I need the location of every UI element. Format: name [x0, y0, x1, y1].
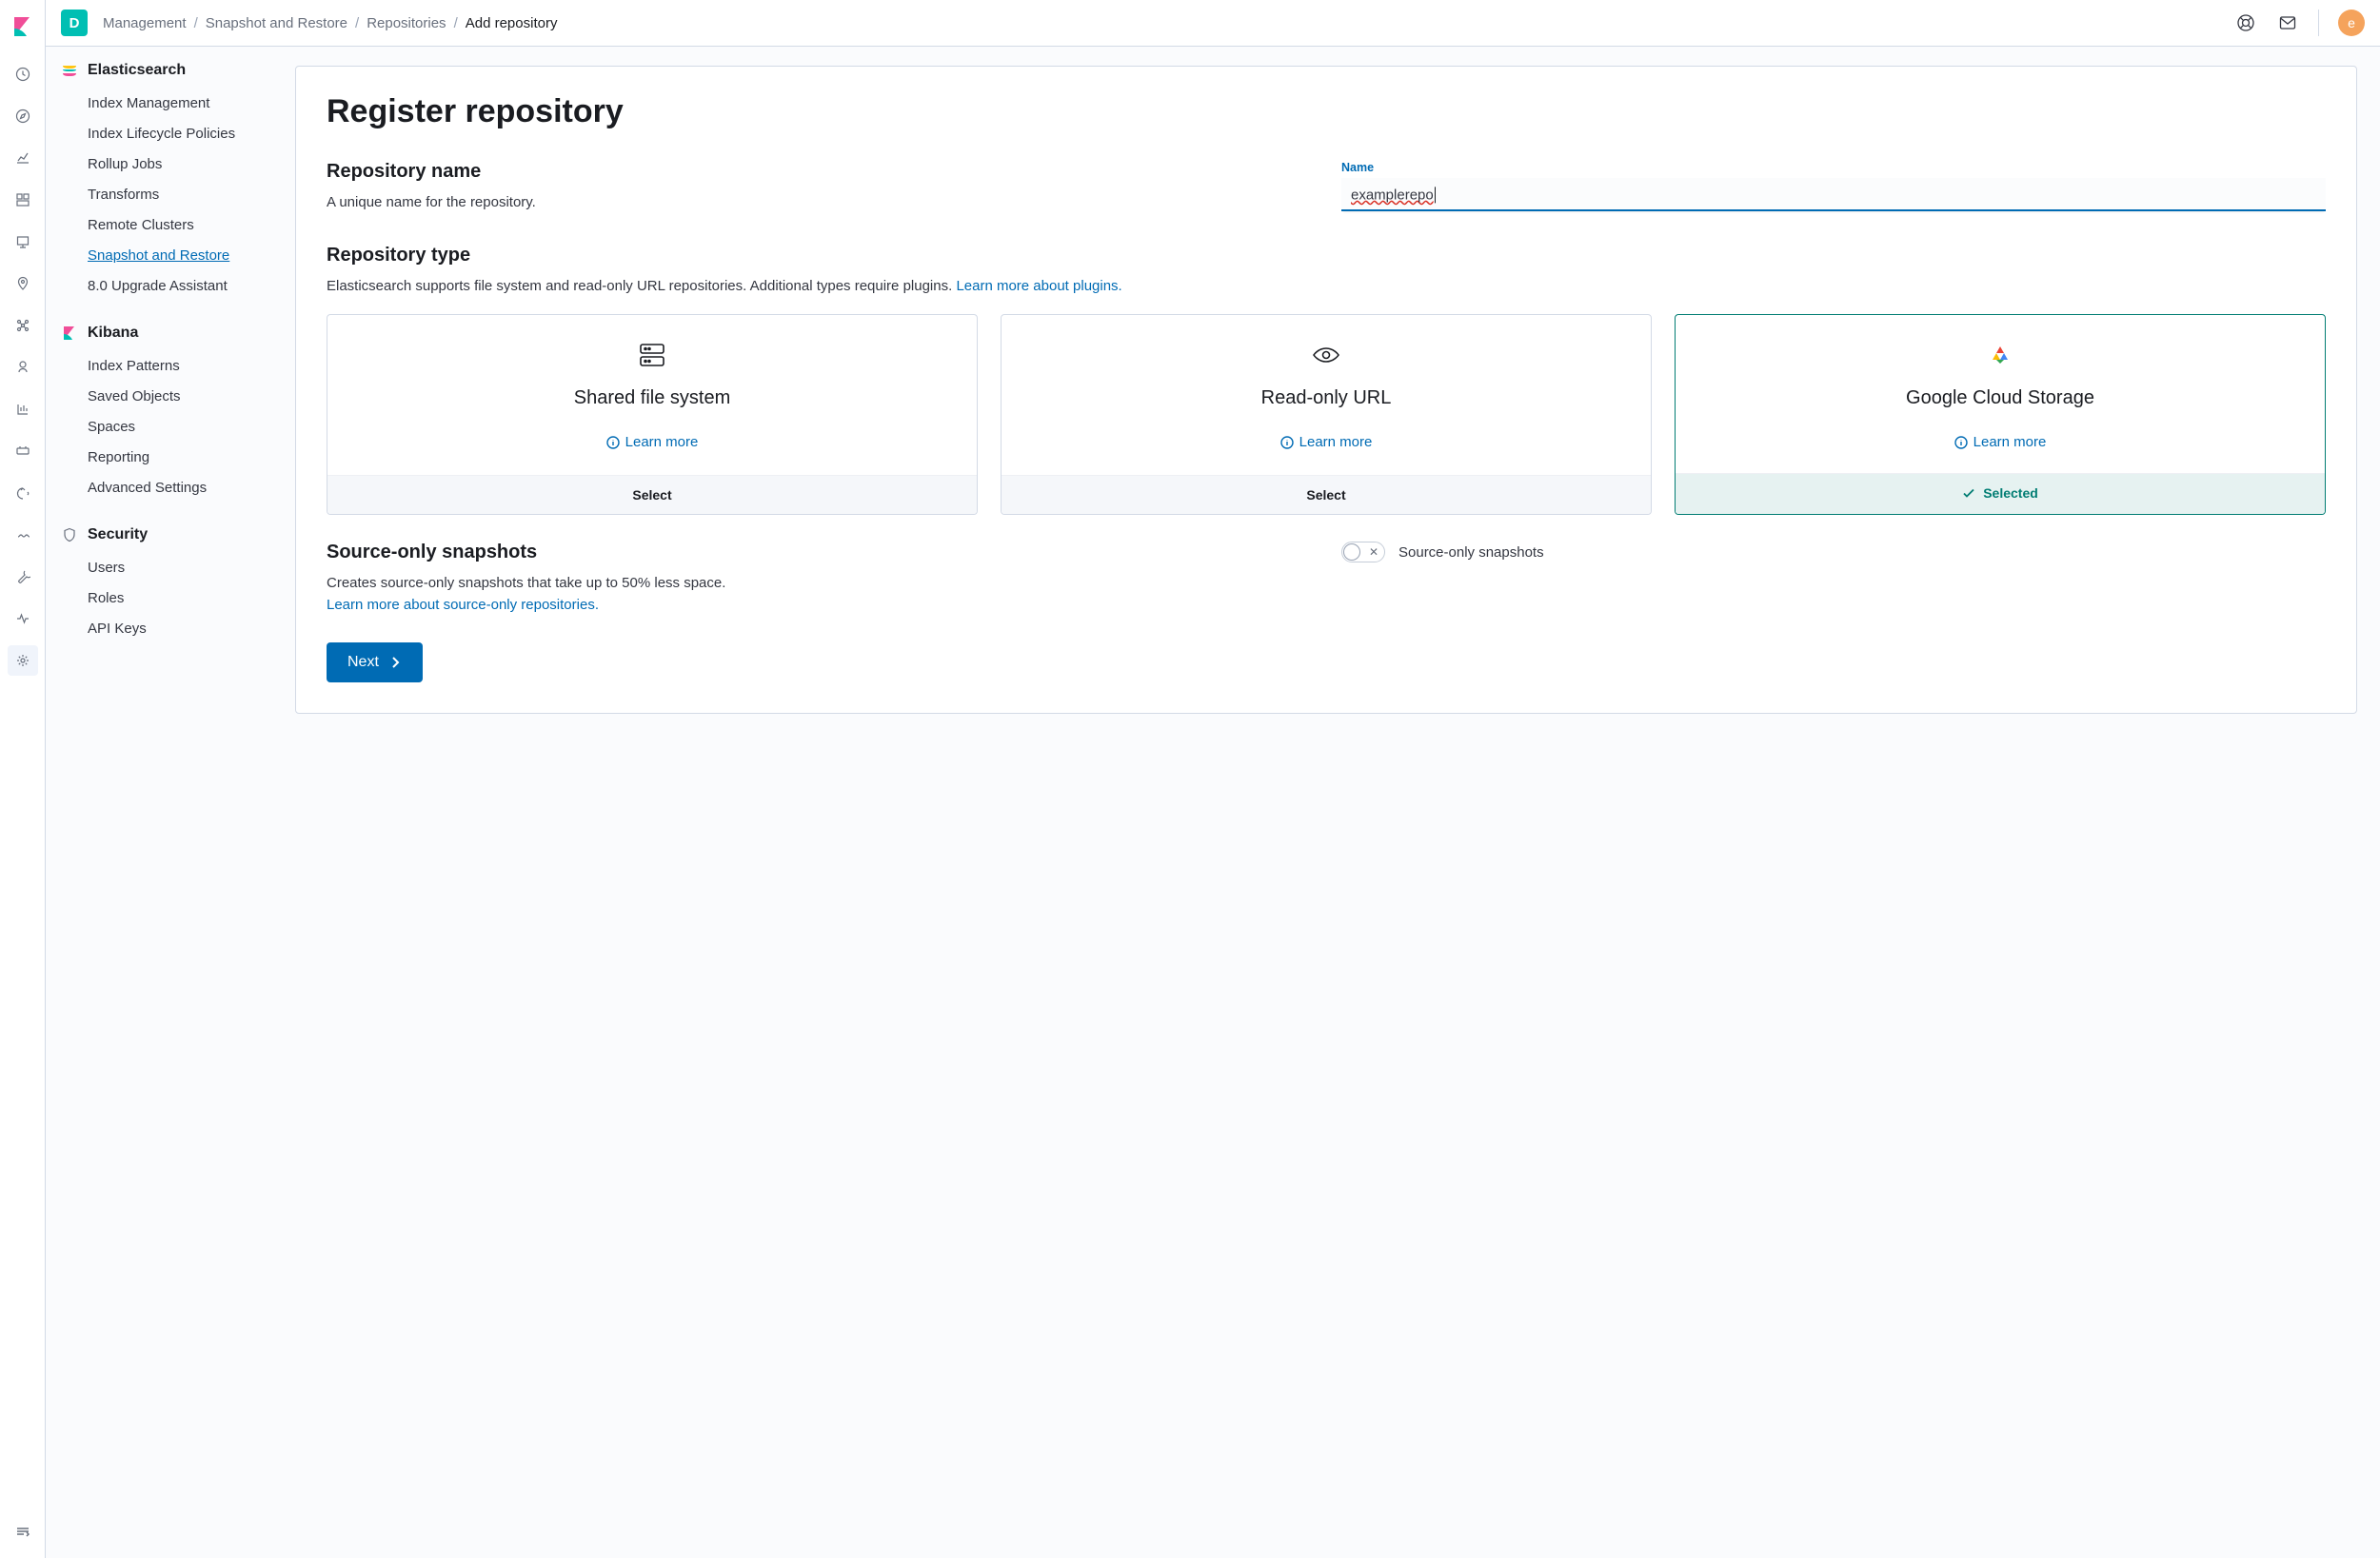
- gcs-icon: [1691, 338, 2310, 372]
- sidebar-item-roles[interactable]: Roles: [61, 583, 276, 614]
- newsfeed-icon[interactable]: [2276, 11, 2299, 34]
- register-repository-panel: Register repository Repository name A un…: [295, 66, 2357, 714]
- repo-name-desc: A unique name for the repository.: [327, 192, 1311, 214]
- sidebar-item-snapshot-restore[interactable]: Snapshot and Restore: [61, 241, 276, 271]
- card-title: Read-only URL: [1017, 385, 1636, 411]
- sidebar-item-rollup-jobs[interactable]: Rollup Jobs: [61, 149, 276, 180]
- card-select-button[interactable]: Select: [327, 475, 977, 514]
- apm-icon[interactable]: [8, 436, 38, 466]
- space-badge[interactable]: D: [61, 10, 88, 36]
- management-icon[interactable]: [8, 645, 38, 676]
- management-side-menu: Elasticsearch Index Management Index Lif…: [46, 47, 291, 1558]
- repo-type-desc: Elasticsearch supports file system and r…: [327, 276, 2326, 298]
- collapsed-nav: [0, 0, 46, 1558]
- breadcrumb-management[interactable]: Management: [103, 15, 187, 31]
- monitoring-icon[interactable]: [8, 603, 38, 634]
- section-security: Security: [61, 526, 276, 543]
- sidebar-item-ilm[interactable]: Index Lifecycle Policies: [61, 119, 276, 149]
- toggle-label: Source-only snapshots: [1398, 544, 1544, 561]
- breadcrumb-snapshot-restore[interactable]: Snapshot and Restore: [206, 15, 347, 31]
- sidebar-item-spaces[interactable]: Spaces: [61, 412, 276, 443]
- sidebar-item-saved-objects[interactable]: Saved Objects: [61, 382, 276, 412]
- sidebar-item-upgrade-assistant[interactable]: 8.0 Upgrade Assistant: [61, 271, 276, 302]
- logs-icon[interactable]: [8, 394, 38, 424]
- top-header: D Management / Snapshot and Restore / Re…: [46, 0, 2380, 47]
- sidebar-item-users[interactable]: Users: [61, 553, 276, 583]
- sidebar-item-advanced-settings[interactable]: Advanced Settings: [61, 473, 276, 503]
- x-icon: ✕: [1369, 545, 1378, 559]
- collapse-nav-icon[interactable]: [8, 1516, 38, 1547]
- kibana-icon: [61, 325, 78, 342]
- recently-viewed-icon[interactable]: [8, 59, 38, 89]
- maps-icon[interactable]: [8, 268, 38, 299]
- repo-type-card-fs: Shared file system Learn more Select: [327, 314, 978, 515]
- kibana-logo-icon[interactable]: [11, 15, 34, 38]
- user-avatar[interactable]: e: [2338, 10, 2365, 36]
- sidebar-item-reporting[interactable]: Reporting: [61, 443, 276, 473]
- card-title: Shared file system: [343, 385, 962, 411]
- sidebar-item-index-management[interactable]: Index Management: [61, 89, 276, 119]
- section-kibana: Kibana: [61, 325, 276, 342]
- sidebar-item-transforms[interactable]: Transforms: [61, 180, 276, 210]
- eye-icon: [1017, 338, 1636, 372]
- card-learn-more-link[interactable]: Learn more: [606, 434, 699, 450]
- breadcrumb-repositories[interactable]: Repositories: [367, 15, 446, 31]
- visualize-icon[interactable]: [8, 143, 38, 173]
- breadcrumb: Management / Snapshot and Restore / Repo…: [103, 15, 557, 31]
- sidebar-item-index-patterns[interactable]: Index Patterns: [61, 351, 276, 382]
- ml-icon[interactable]: [8, 310, 38, 341]
- card-selected-indicator[interactable]: Selected: [1676, 473, 2325, 514]
- source-only-title: Source-only snapshots: [327, 542, 1311, 563]
- sidebar-item-remote-clusters[interactable]: Remote Clusters: [61, 210, 276, 241]
- dev-tools-icon[interactable]: [8, 562, 38, 592]
- uptime-icon[interactable]: [8, 478, 38, 508]
- repo-type-title: Repository type: [327, 245, 2326, 266]
- learn-more-plugins-link[interactable]: Learn more about plugins.: [956, 278, 1121, 294]
- chevron-right-icon: [388, 656, 402, 669]
- security-icon: [61, 526, 78, 543]
- toggle-knob: [1343, 543, 1360, 561]
- name-field-label: Name: [1341, 161, 2326, 174]
- repo-type-card-url: Read-only URL Learn more Select: [1001, 314, 1652, 515]
- breadcrumb-current: Add repository: [466, 15, 558, 31]
- help-icon[interactable]: [2234, 11, 2257, 34]
- page-title: Register repository: [327, 93, 2326, 130]
- repo-type-card-gcs: Google Cloud Storage Learn more Selected: [1675, 314, 2326, 515]
- section-elasticsearch: Elasticsearch: [61, 62, 276, 79]
- source-only-learn-link[interactable]: Learn more about source-only repositorie…: [327, 597, 599, 613]
- card-select-button[interactable]: Select: [1002, 475, 1651, 514]
- source-only-toggle[interactable]: ✕: [1341, 542, 1385, 562]
- dashboard-icon[interactable]: [8, 185, 38, 215]
- canvas-icon[interactable]: [8, 227, 38, 257]
- source-only-desc: Creates source-only snapshots that take …: [327, 575, 725, 591]
- infrastructure-icon[interactable]: [8, 352, 38, 383]
- storage-icon: [343, 338, 962, 372]
- card-title: Google Cloud Storage: [1691, 385, 2310, 411]
- siem-icon[interactable]: [8, 520, 38, 550]
- elasticsearch-icon: [61, 62, 78, 79]
- next-button[interactable]: Next: [327, 642, 423, 682]
- discover-icon[interactable]: [8, 101, 38, 131]
- sidebar-item-api-keys[interactable]: API Keys: [61, 614, 276, 644]
- card-learn-more-link[interactable]: Learn more: [1280, 434, 1373, 450]
- repository-name-input[interactable]: [1341, 178, 2326, 211]
- card-learn-more-link[interactable]: Learn more: [1954, 434, 2047, 450]
- repo-name-title: Repository name: [327, 161, 1311, 183]
